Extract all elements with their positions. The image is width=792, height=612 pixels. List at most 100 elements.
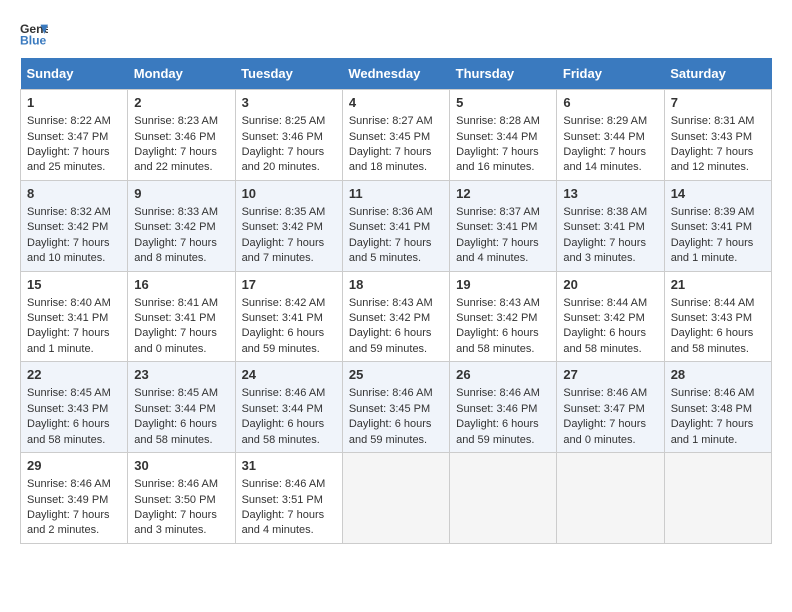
day-info: Sunrise: 8:41 AM <box>134 297 218 309</box>
day-info: Sunrise: 8:46 AM <box>134 478 218 490</box>
day-info: Daylight: 7 hours <box>563 418 646 430</box>
calendar-cell: 1Sunrise: 8:22 AMSunset: 3:47 PMDaylight… <box>21 90 128 181</box>
day-info: and 12 minutes. <box>671 161 749 173</box>
day-info: Sunrise: 8:25 AM <box>242 115 326 127</box>
day-number: 27 <box>563 366 657 384</box>
day-info: Sunrise: 8:23 AM <box>134 115 218 127</box>
calendar-cell: 26Sunrise: 8:46 AMSunset: 3:46 PMDayligh… <box>450 362 557 453</box>
calendar-cell: 11Sunrise: 8:36 AMSunset: 3:41 PMDayligh… <box>342 180 449 271</box>
week-row-1: 1Sunrise: 8:22 AMSunset: 3:47 PMDaylight… <box>21 90 772 181</box>
day-info: Daylight: 7 hours <box>134 237 217 249</box>
day-number: 4 <box>349 94 443 112</box>
day-info: Daylight: 6 hours <box>134 418 217 430</box>
day-info: and 18 minutes. <box>349 161 427 173</box>
day-info: Sunrise: 8:46 AM <box>27 478 111 490</box>
day-info: Daylight: 7 hours <box>563 146 646 158</box>
calendar-cell: 19Sunrise: 8:43 AMSunset: 3:42 PMDayligh… <box>450 271 557 362</box>
day-info: and 1 minute. <box>671 252 738 264</box>
day-number: 14 <box>671 185 765 203</box>
day-info: Daylight: 6 hours <box>27 418 110 430</box>
day-info: and 4 minutes. <box>242 524 314 536</box>
day-number: 8 <box>27 185 121 203</box>
day-info: and 1 minute. <box>27 343 94 355</box>
calendar-cell <box>450 453 557 544</box>
day-number: 31 <box>242 457 336 475</box>
day-number: 29 <box>27 457 121 475</box>
col-header-wednesday: Wednesday <box>342 58 449 90</box>
calendar-cell: 12Sunrise: 8:37 AMSunset: 3:41 PMDayligh… <box>450 180 557 271</box>
day-info: Sunrise: 8:27 AM <box>349 115 433 127</box>
col-header-saturday: Saturday <box>664 58 771 90</box>
day-number: 3 <box>242 94 336 112</box>
day-info: and 16 minutes. <box>456 161 534 173</box>
day-info: and 3 minutes. <box>563 252 635 264</box>
day-info: and 25 minutes. <box>27 161 105 173</box>
day-info: Sunrise: 8:46 AM <box>242 387 326 399</box>
day-info: and 5 minutes. <box>349 252 421 264</box>
day-info: Daylight: 7 hours <box>134 146 217 158</box>
calendar-cell: 24Sunrise: 8:46 AMSunset: 3:44 PMDayligh… <box>235 362 342 453</box>
day-info: and 58 minutes. <box>134 434 212 446</box>
day-info: Sunset: 3:42 PM <box>456 312 537 324</box>
week-row-5: 29Sunrise: 8:46 AMSunset: 3:49 PMDayligh… <box>21 453 772 544</box>
calendar-cell <box>342 453 449 544</box>
day-info: Sunset: 3:41 PM <box>349 221 430 233</box>
day-info: Sunrise: 8:28 AM <box>456 115 540 127</box>
day-info: and 14 minutes. <box>563 161 641 173</box>
day-info: Daylight: 7 hours <box>134 327 217 339</box>
day-info: Sunrise: 8:39 AM <box>671 206 755 218</box>
calendar-table: SundayMondayTuesdayWednesdayThursdayFrid… <box>20 58 772 544</box>
day-info: Sunset: 3:45 PM <box>349 131 430 143</box>
day-info: Daylight: 6 hours <box>349 418 432 430</box>
calendar-cell: 23Sunrise: 8:45 AMSunset: 3:44 PMDayligh… <box>128 362 235 453</box>
day-info: Sunrise: 8:45 AM <box>134 387 218 399</box>
day-info: Sunrise: 8:36 AM <box>349 206 433 218</box>
day-info: Sunset: 3:42 PM <box>563 312 644 324</box>
calendar-cell: 30Sunrise: 8:46 AMSunset: 3:50 PMDayligh… <box>128 453 235 544</box>
calendar-cell: 2Sunrise: 8:23 AMSunset: 3:46 PMDaylight… <box>128 90 235 181</box>
day-number: 1 <box>27 94 121 112</box>
calendar-body: 1Sunrise: 8:22 AMSunset: 3:47 PMDaylight… <box>21 90 772 544</box>
calendar-cell: 13Sunrise: 8:38 AMSunset: 3:41 PMDayligh… <box>557 180 664 271</box>
day-info: Daylight: 6 hours <box>456 327 539 339</box>
calendar-header-row: SundayMondayTuesdayWednesdayThursdayFrid… <box>21 58 772 90</box>
day-info: Sunset: 3:43 PM <box>671 131 752 143</box>
col-header-sunday: Sunday <box>21 58 128 90</box>
day-info: and 58 minutes. <box>671 343 749 355</box>
day-info: Sunrise: 8:29 AM <box>563 115 647 127</box>
day-info: Daylight: 7 hours <box>242 237 325 249</box>
calendar-cell: 10Sunrise: 8:35 AMSunset: 3:42 PMDayligh… <box>235 180 342 271</box>
svg-text:Blue: Blue <box>20 33 47 47</box>
day-info: and 1 minute. <box>671 434 738 446</box>
day-number: 12 <box>456 185 550 203</box>
calendar-cell: 18Sunrise: 8:43 AMSunset: 3:42 PMDayligh… <box>342 271 449 362</box>
day-info: Sunrise: 8:33 AM <box>134 206 218 218</box>
day-info: Daylight: 7 hours <box>27 327 110 339</box>
day-info: Sunset: 3:45 PM <box>349 403 430 415</box>
day-info: and 7 minutes. <box>242 252 314 264</box>
day-info: Sunrise: 8:46 AM <box>242 478 326 490</box>
day-number: 6 <box>563 94 657 112</box>
calendar-cell: 6Sunrise: 8:29 AMSunset: 3:44 PMDaylight… <box>557 90 664 181</box>
day-info: and 8 minutes. <box>134 252 206 264</box>
day-info: and 59 minutes. <box>242 343 320 355</box>
day-info: and 22 minutes. <box>134 161 212 173</box>
day-info: Sunset: 3:46 PM <box>456 403 537 415</box>
day-number: 20 <box>563 276 657 294</box>
calendar-cell <box>557 453 664 544</box>
day-info: Daylight: 7 hours <box>349 146 432 158</box>
day-number: 7 <box>671 94 765 112</box>
day-info: Sunset: 3:42 PM <box>134 221 215 233</box>
day-number: 26 <box>456 366 550 384</box>
day-info: Daylight: 6 hours <box>349 327 432 339</box>
day-info: Sunset: 3:41 PM <box>27 312 108 324</box>
calendar-cell: 16Sunrise: 8:41 AMSunset: 3:41 PMDayligh… <box>128 271 235 362</box>
day-number: 18 <box>349 276 443 294</box>
col-header-friday: Friday <box>557 58 664 90</box>
day-info: Sunrise: 8:46 AM <box>456 387 540 399</box>
calendar-cell <box>664 453 771 544</box>
calendar-cell: 5Sunrise: 8:28 AMSunset: 3:44 PMDaylight… <box>450 90 557 181</box>
calendar-cell: 9Sunrise: 8:33 AMSunset: 3:42 PMDaylight… <box>128 180 235 271</box>
col-header-monday: Monday <box>128 58 235 90</box>
day-info: and 0 minutes. <box>563 434 635 446</box>
